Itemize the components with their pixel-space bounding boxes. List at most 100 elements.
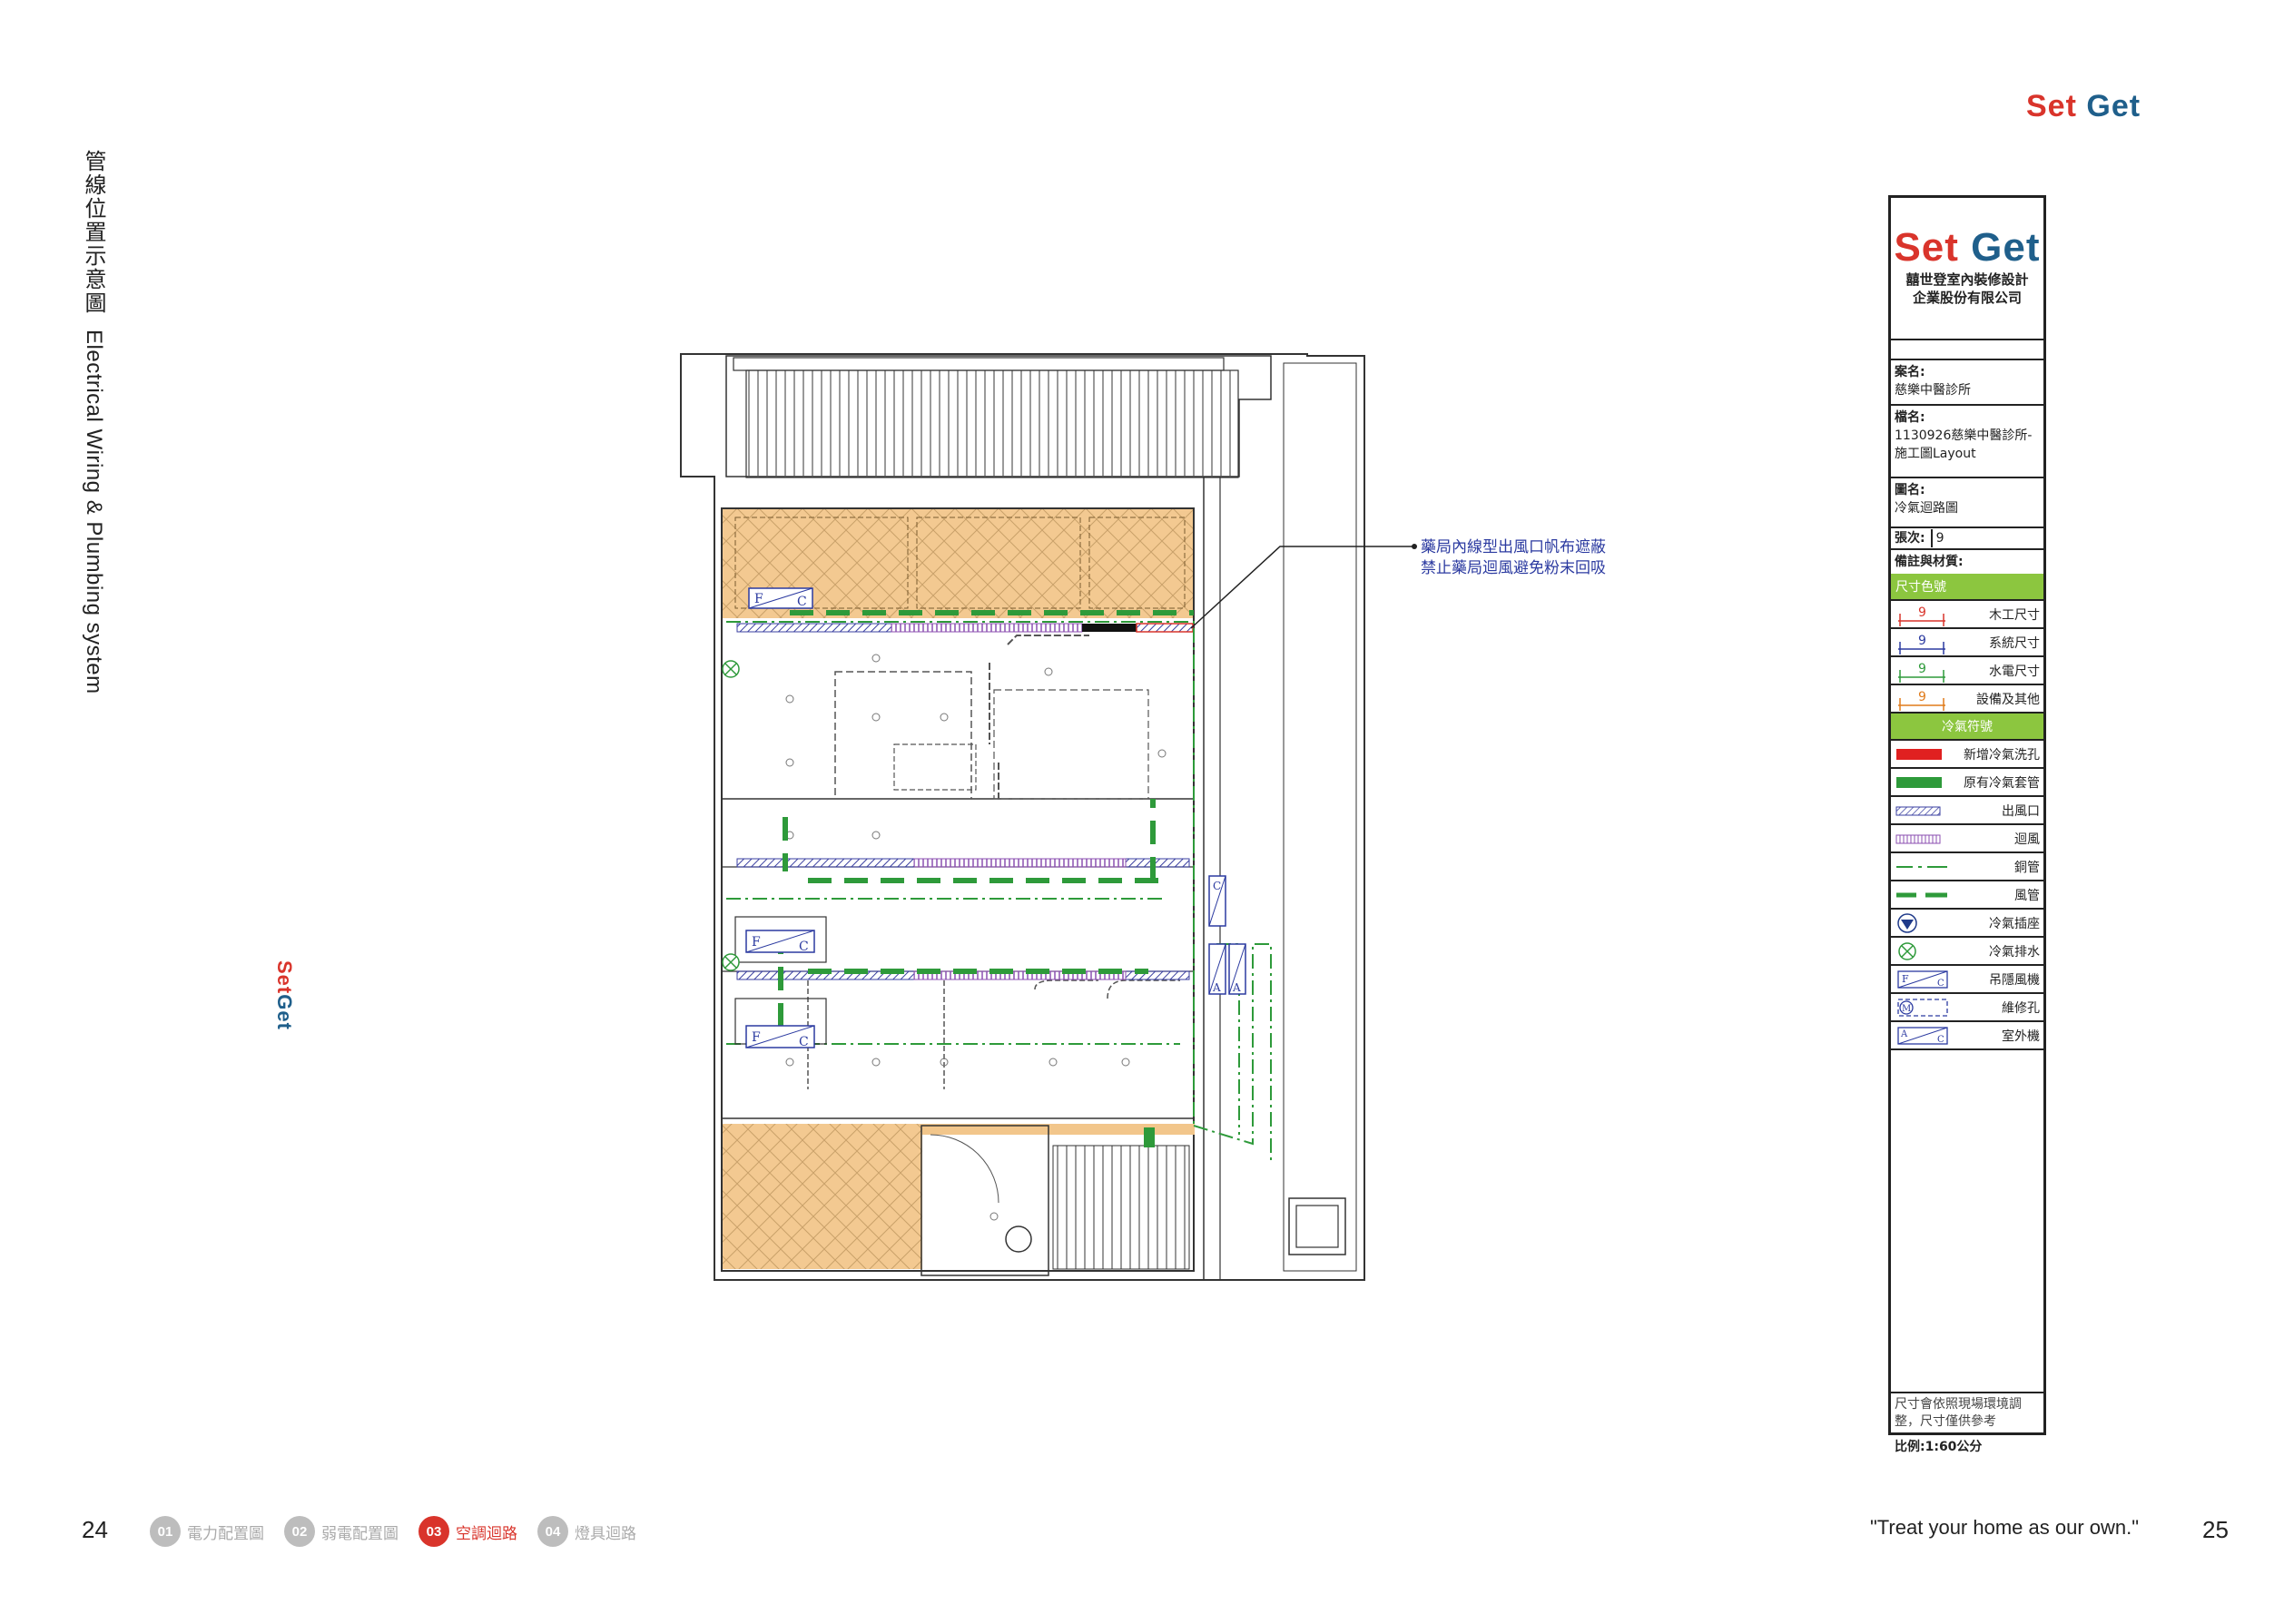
svg-text:F: F — [752, 1030, 761, 1045]
svg-text:9: 9 — [1918, 605, 1926, 620]
svg-text:C: C — [799, 940, 809, 954]
svg-text:C: C — [1937, 979, 1944, 989]
title-block-logo: Set Get 囍世登室內裝修設計 企業股份有限公司 — [1891, 198, 2043, 340]
dimension-legend-label: 設備及其他 — [1976, 692, 2040, 707]
ac-legend-label: 吊隱風機 — [1989, 972, 2040, 988]
ac-legend-label: 迴風 — [2014, 832, 2040, 847]
fan-coil-icon: FC — [1895, 969, 1951, 990]
brand-logo-side: SetGet — [273, 960, 296, 1030]
dimension-legend-row: 9 設備及其他 — [1891, 685, 2043, 714]
svg-text:M: M — [1902, 1004, 1911, 1014]
green-bar-icon — [1895, 772, 1951, 793]
ac-legend-row: 冷氣排水 — [1891, 938, 2043, 966]
dimension-line-icon: 9 — [1895, 632, 1951, 655]
dimension-legend-row: 9 水電尺寸 — [1891, 657, 2043, 685]
brand-logo-top: Set Get — [2026, 89, 2141, 123]
ac-legend-label: 出風口 — [2002, 803, 2040, 819]
floor-plan-drawing: F C F C F C C A A — [680, 353, 1417, 1281]
ac-legend-row: 迴風 — [1891, 825, 2043, 853]
page-number-right: 25 — [2202, 1516, 2229, 1543]
svg-text:A: A — [1232, 981, 1241, 994]
nav-label: 空調迴路 — [456, 1524, 517, 1543]
dimension-legend-label: 木工尺寸 — [1989, 607, 2040, 623]
svg-text:C: C — [799, 1035, 809, 1049]
svg-text:F: F — [752, 935, 761, 950]
nav-item-04[interactable]: 04 燈具迴路 — [537, 1516, 636, 1547]
drawing-annotation: 藥局內線型出風口帆布遮蔽 禁止藥局迴風避免粉末回吸 — [1421, 538, 1606, 577]
drawing-name-cell: 圖名: 冷氣迴路圖 — [1891, 478, 2043, 528]
outdoor-units — [1208, 875, 1246, 995]
svg-text:9: 9 — [1918, 690, 1926, 704]
scale-label: 比例:1:60公分 — [1895, 1440, 1983, 1454]
nav-number-badge: 04 — [537, 1516, 568, 1547]
ac-legend-row: 出風口 — [1891, 797, 2043, 825]
ac-drain-icon — [1895, 940, 1951, 962]
svg-text:C: C — [797, 595, 807, 609]
remarks-cell: 備註與材質: — [1895, 555, 1964, 569]
dimension-legend-label: 系統尺寸 — [1989, 635, 2040, 651]
dimension-legend: 9 木工尺寸 9 系統尺寸 9 水電尺寸 9 設備及其他 — [1891, 601, 2043, 714]
ac-symbol-header: 冷氣符號 — [1891, 714, 2043, 741]
return-vent-icon — [1895, 828, 1951, 850]
svg-text:F: F — [754, 592, 763, 606]
sheet-number-cell: 張次: 9 — [1891, 528, 2043, 550]
ac-legend-row: 原有冷氣套管 — [1891, 769, 2043, 797]
title-block: Set Get 囍世登室內裝修設計 企業股份有限公司 案名: 慈樂中醫診所 檔名… — [1888, 195, 2046, 1454]
dimension-line-icon: 9 — [1895, 604, 1951, 626]
ac-legend-row: 新增冷氣洗孔 — [1891, 741, 2043, 769]
nav-item-03[interactable]: 03 空調迴路 — [418, 1516, 517, 1547]
fan-coil-unit-middle: F C — [734, 916, 827, 963]
ac-legend-label: 室外機 — [2002, 1029, 2040, 1044]
ac-legend-label: 冷氣插座 — [1989, 916, 2040, 931]
supply-vent-1 — [736, 623, 892, 633]
ac-socket-icon — [1895, 912, 1951, 934]
svg-text:F: F — [1902, 973, 1909, 985]
ac-legend-label: 銅管 — [2014, 860, 2040, 875]
page-title-zh: 管線位置示意圖 — [81, 150, 106, 315]
ac-legend-row: A C 室外機 — [1891, 1022, 2043, 1050]
supply-vent-icon — [1895, 800, 1951, 822]
ac-legend-row: M 維修孔 — [1891, 994, 2043, 1022]
nav-label: 電力配置圖 — [187, 1524, 264, 1543]
file-name-cell: 檔名: 1130926慈樂中醫診所-施工圖Layout — [1891, 406, 2043, 478]
ac-legend-label: 新增冷氣洗孔 — [1964, 747, 2040, 763]
svg-text:A: A — [1900, 1029, 1908, 1039]
nav-number-badge: 02 — [284, 1516, 315, 1547]
ac-legend-label: 冷氣排水 — [1989, 944, 2040, 960]
ac-legend-label: 風管 — [2014, 888, 2040, 903]
nav-item-01[interactable]: 01 電力配置圖 — [150, 1516, 264, 1547]
ac-legend-row: F C 吊隱風機 — [1891, 966, 2043, 994]
dimension-legend-row: 9 木工尺寸 — [1891, 601, 2043, 629]
project-name-cell: 案名: 慈樂中醫診所 — [1891, 360, 2043, 406]
nav-label: 弱電配置圖 — [321, 1524, 399, 1543]
ac-legend-row: 冷氣插座 — [1891, 910, 2043, 938]
copper-pipe-icon — [1895, 856, 1951, 878]
ac-legend-row: 銅管 — [1891, 853, 2043, 881]
dimension-legend-label: 水電尺寸 — [1989, 664, 2040, 679]
section-nav[interactable]: 01 電力配置圖 02 弱電配置圖 03 空調迴路 04 燈具迴路 — [150, 1516, 636, 1547]
ac-legend-label: 原有冷氣套管 — [1964, 775, 2040, 791]
page-title-en: Electrical Wiring & Plumbing system — [82, 330, 106, 694]
fan-coil-unit-top: F C — [748, 587, 813, 609]
ac-legend-label: 維修孔 — [2002, 1000, 2040, 1016]
svg-text:9: 9 — [1918, 634, 1926, 648]
nav-item-02[interactable]: 02 弱電配置圖 — [284, 1516, 399, 1547]
ac-symbol-legend: 新增冷氣洗孔 原有冷氣套管 出風口 迴風 銅管 風管 冷氣插座 冷氣排水 F C 吊隱風機 M 維修孔 A… — [1891, 741, 2043, 1050]
air-duct-icon — [1895, 884, 1951, 906]
nav-number-badge: 03 — [418, 1516, 449, 1547]
dimension-note: 尺寸會依照現場環境調整，尺寸僅供參考 — [1891, 1393, 2043, 1435]
red-bar-icon — [1895, 743, 1951, 765]
svg-text:A: A — [1212, 981, 1221, 994]
stair-hatch-top — [745, 369, 1239, 478]
page-title: 管線位置示意圖 Electrical Wiring & Plumbing syst… — [78, 150, 110, 694]
ac-drain-symbols — [722, 660, 740, 971]
page-number-left: 24 — [82, 1516, 108, 1543]
ac-legend-row: 風管 — [1891, 881, 2043, 910]
nav-number-badge: 01 — [150, 1516, 181, 1547]
dimension-line-icon: 9 — [1895, 688, 1951, 711]
slogan: "Treat your home as our own." — [1870, 1516, 2140, 1539]
nav-label: 燈具迴路 — [575, 1524, 636, 1543]
svg-text:C: C — [1213, 880, 1221, 892]
outdoor-unit-icon: AC — [1895, 1025, 1951, 1047]
dimension-color-header: 尺寸色號 — [1891, 574, 2043, 601]
